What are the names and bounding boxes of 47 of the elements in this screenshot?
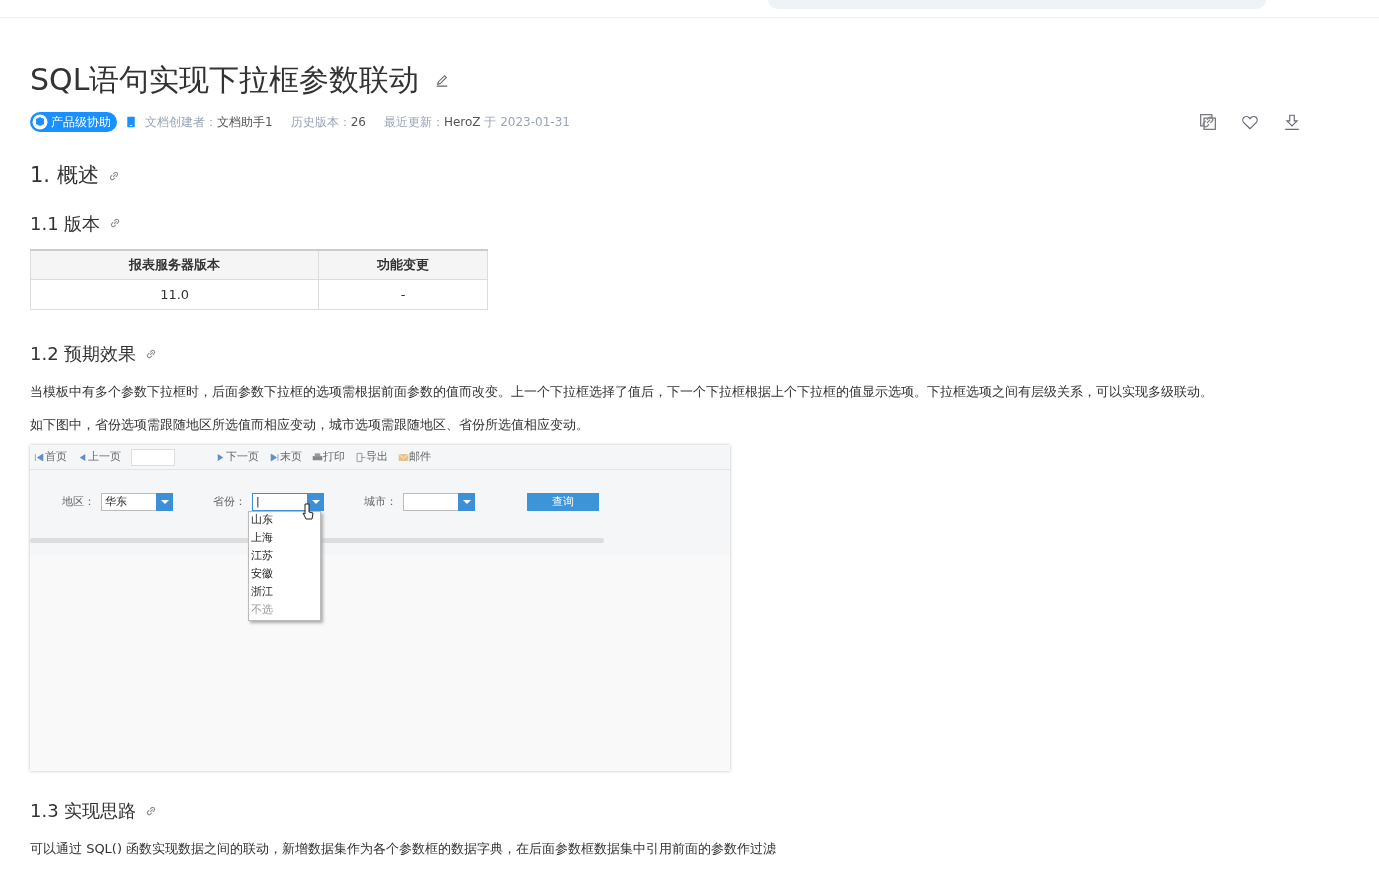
- paragraph: 当模板中有多个参数下拉框时，后面参数下拉框的选项需根据前面参数的值而改变。上一个下拉框选择了值后，下一个下拉框根据上个下拉框的值显示选项。下拉框选项之间有层级关系，可以实现多级联动。: [30, 383, 1214, 401]
- paragraph: 可以通过 SQL() 函数实现数据之间的联动，新增数据集作为各个参数框的数据字典，在后面参数框数据集中引用前面的参数作过滤: [30, 840, 778, 858]
- dropdown-field[interactable]: 华东: [101, 493, 173, 511]
- page-number-field[interactable]: [131, 448, 175, 466]
- mail-icon: [398, 451, 409, 463]
- field-label: 省份：: [213, 493, 246, 510]
- edit-icon[interactable]: [435, 73, 450, 87]
- printer-icon: [312, 451, 323, 463]
- section-heading: 1.3 实现思路: [30, 799, 137, 823]
- toolbar-button[interactable]: 首页: [34, 448, 67, 466]
- toolbar-button[interactable]: 邮件: [398, 448, 431, 466]
- column-header: 报表服务器版本: [30, 249, 319, 280]
- updated-text: 最近更新：HeroZ 于 2023-01-31: [383, 114, 570, 131]
- column-header: 功能变更: [318, 249, 488, 280]
- dropdown-option[interactable]: 山东: [249, 512, 320, 530]
- section-heading: 1.1 版本: [30, 211, 101, 236]
- dropdown-option[interactable]: 上海: [249, 530, 320, 548]
- field-label: 城市：: [364, 493, 397, 510]
- phone-icon: [125, 114, 137, 130]
- toolbar-button[interactable]: 导出: [355, 448, 388, 466]
- download-icon[interactable]: [1283, 113, 1301, 131]
- dropdown-option[interactable]: 江苏: [249, 548, 320, 566]
- dropdown-field[interactable]: [403, 493, 475, 511]
- table-cell: 11.0: [30, 279, 319, 310]
- table-cell: -: [318, 279, 488, 310]
- export-icon: [355, 451, 366, 463]
- section-heading: 1.2 预期效果: [30, 342, 137, 366]
- toolbar-button[interactable]: 打印: [312, 448, 345, 466]
- last-page-icon: [269, 451, 280, 463]
- copy-link-icon[interactable]: [1199, 113, 1217, 131]
- first-page-icon: [34, 451, 45, 463]
- toolbar-button[interactable]: 下一页: [215, 448, 259, 466]
- dropdown-option[interactable]: 安徽: [249, 566, 320, 584]
- dropdown-field[interactable]: |: [252, 493, 324, 511]
- field-label: 地区：: [62, 493, 95, 510]
- cube-icon: [32, 114, 48, 130]
- history-text: 历史版本：26: [290, 114, 366, 131]
- toolbar-button[interactable]: 末页: [269, 448, 302, 466]
- section-heading: 1. 概述: [30, 162, 99, 189]
- paragraph: 如下图中，省份选项需跟随地区所选值而相应变动，城市选项需跟随地区、省份所选值相应变动。: [30, 416, 590, 434]
- heart-icon[interactable]: [1241, 113, 1259, 131]
- query-button[interactable]: 查询: [527, 493, 599, 511]
- dropdown-option[interactable]: 浙江: [249, 584, 320, 602]
- creator-text: 文档创建者：文档助手1: [145, 114, 273, 131]
- page-title: SQL语句实现下拉框参数联动: [30, 62, 420, 98]
- product-badge: 产品级协助: [30, 112, 117, 132]
- toolbar-button[interactable]: 上一页: [77, 448, 121, 466]
